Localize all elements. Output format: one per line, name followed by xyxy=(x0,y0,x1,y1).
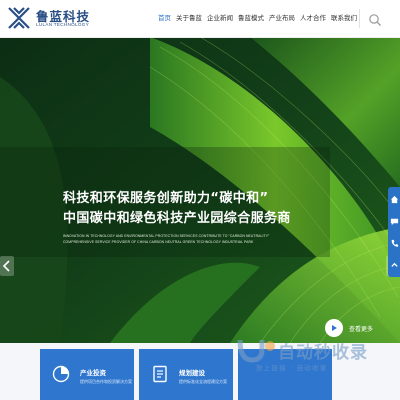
phone-icon[interactable] xyxy=(390,239,399,248)
home-icon[interactable] xyxy=(390,195,399,204)
side-contact-bar xyxy=(388,187,400,277)
search-icon xyxy=(369,14,381,26)
site-header: 鲁蓝科技 LULAN TECHNOLOGY 首页 关于鲁蓝 企业新闻 鲁蓝模式 … xyxy=(0,0,400,38)
logo-mark-icon xyxy=(8,7,30,29)
chat-icon[interactable] xyxy=(390,217,399,226)
hero-banner: 科技和环保服务创新助力“碳中和” 中国碳中和绿色科技产业园综合服务商 INNOV… xyxy=(0,37,400,343)
service-card-title: 产业投资 xyxy=(80,369,106,377)
play-icon xyxy=(325,319,343,337)
hero-subtitle: INNOVATION IN TECHNOLOGY AND ENVIRONMENT… xyxy=(63,233,323,245)
chevron-left-icon xyxy=(0,256,14,276)
hero-title-line2: 中国碳中和绿色科技产业园综合服务商 xyxy=(63,211,291,226)
hero-subtitle-line2: COMPREHENSIVE SERVICE PROVIDER OF CHINA … xyxy=(63,240,254,244)
nav-divider xyxy=(359,9,360,28)
document-icon xyxy=(153,365,167,383)
service-card-desc: 提供标准化全流程建设方案 xyxy=(179,379,227,384)
pie-chart-icon xyxy=(52,365,70,383)
nav-item-talent[interactable]: 人才合作 xyxy=(300,0,326,37)
slider-prev-button[interactable] xyxy=(0,256,14,276)
back-to-top-icon[interactable] xyxy=(390,261,399,270)
logo-english: LULAN TECHNOLOGY xyxy=(36,22,89,27)
service-card-partial[interactable] xyxy=(238,349,332,400)
view-more-button[interactable]: 查看更多 xyxy=(325,319,385,339)
nav-item-industry[interactable]: 产业布局 xyxy=(269,0,295,37)
hero-title-line1: 科技和环保服务创新助力“碳中和” xyxy=(63,191,269,206)
logo[interactable]: 鲁蓝科技 LULAN TECHNOLOGY xyxy=(6,5,116,31)
nav-item-contact[interactable]: 联系我们 xyxy=(331,0,357,37)
service-card-investment[interactable]: 产业投资 提供项目合作和投资解决方案 xyxy=(40,349,134,400)
main-nav: 首页 关于鲁蓝 企业新闻 鲁蓝模式 产业布局 人才合作 联系我们 xyxy=(158,0,362,37)
nav-item-model[interactable]: 鲁蓝模式 xyxy=(238,0,264,37)
service-card-title: 规划建设 xyxy=(179,369,205,377)
service-card-desc: 提供项目合作和投资解决方案 xyxy=(80,379,132,384)
service-card-planning[interactable]: 规划建设 提供标准化全流程建设方案 xyxy=(139,349,233,400)
nav-item-about[interactable]: 关于鲁蓝 xyxy=(176,0,202,37)
hero-title: 科技和环保服务创新助力“碳中和” 中国碳中和绿色科技产业园综合服务商 xyxy=(63,189,363,229)
nav-item-news[interactable]: 企业新闻 xyxy=(207,0,233,37)
search-button[interactable] xyxy=(368,12,382,26)
service-cards-section: 产业投资 提供项目合作和投资解决方案 规划建设 提供标准化全流程建设方案 xyxy=(0,343,400,400)
nav-item-home[interactable]: 首页 xyxy=(158,0,171,37)
view-more-label: 查看更多 xyxy=(349,326,374,333)
